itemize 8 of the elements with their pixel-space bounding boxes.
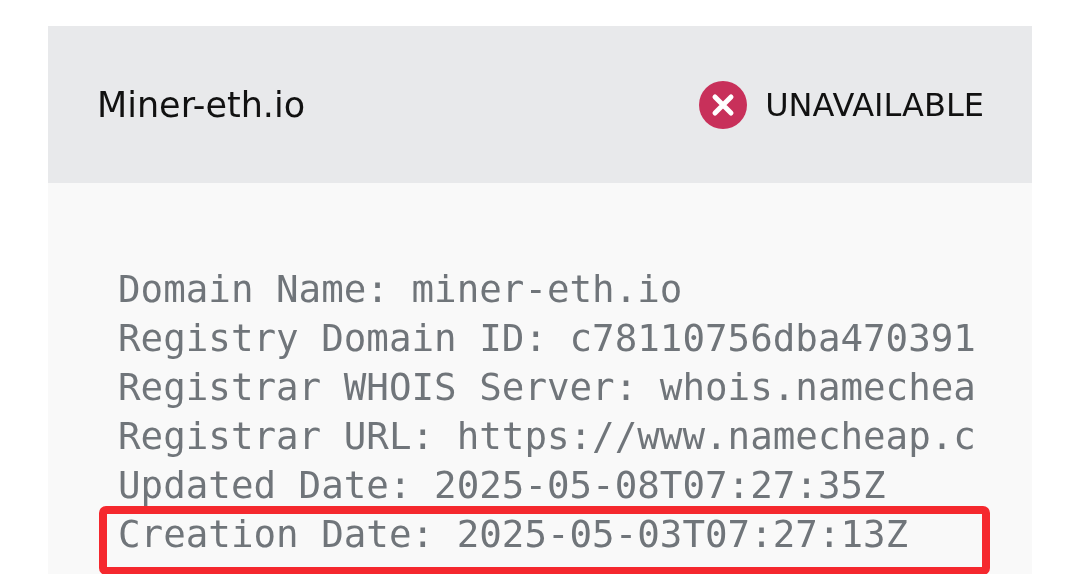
whois-line: Updated Date: 2025-05-08T07:27:35Z	[118, 462, 886, 509]
whois-line: Registry Domain ID: c78110756dba470391	[118, 315, 976, 362]
status-label: UNAVAILABLE	[765, 85, 984, 124]
whois-line: Domain Name: miner-eth.io	[118, 266, 683, 313]
whois-line: Registrar WHOIS Server: whois.namechea	[118, 364, 976, 411]
whois-line: Creation Date: 2025-05-03T07:27:13Z	[118, 511, 909, 558]
whois-line: Registrar URL: https://www.namecheap.c	[118, 413, 976, 460]
domain-title: Miner-eth.io	[97, 84, 306, 125]
